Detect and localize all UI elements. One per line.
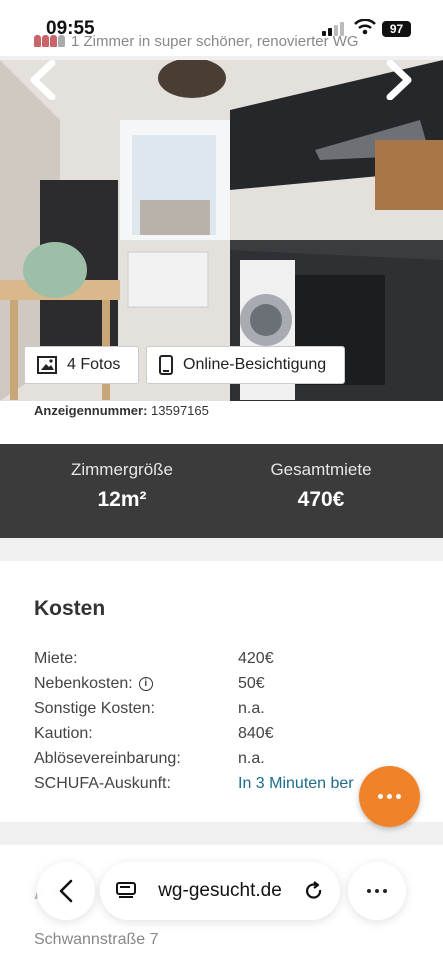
browser-menu-button[interactable] [348, 862, 406, 920]
url-text: wg-gesucht.de [158, 880, 282, 901]
room-size-label: Zimmergröße [70, 460, 173, 479]
battery-indicator: 97 [382, 21, 411, 37]
status-bar: 09:55 97 1 Zimmer in super schöner, reno… [0, 0, 443, 56]
costs-title: Kosten [34, 597, 106, 620]
info-icon[interactable]: i [138, 677, 153, 691]
image-icon [37, 356, 57, 374]
browser-back-button[interactable] [37, 862, 95, 920]
cost-label: Sonstige Kosten: [34, 700, 155, 717]
photos-button[interactable]: 4 Fotos [24, 346, 139, 384]
cost-value: n.a. [238, 700, 265, 717]
cost-value: 420€ [238, 650, 274, 667]
cost-row: Kaution: 840€ [34, 725, 424, 750]
browser-address-bar[interactable]: wg-gesucht.de [100, 862, 340, 920]
cost-row: Sonstige Kosten: n.a. [34, 700, 424, 725]
chevron-left-icon [59, 879, 73, 903]
total-rent-label: Gesamtmiete [270, 460, 372, 479]
cost-label: Kaution: [34, 725, 93, 742]
cost-value: n.a. [238, 750, 265, 767]
flatmates-icon [34, 35, 65, 47]
cost-row: Ablösevereinbarung: n.a. [34, 750, 424, 775]
page-title: 1 Zimmer in super schöner, renovierter W… [71, 32, 359, 50]
previous-photo-chevron-icon[interactable] [28, 60, 58, 100]
cost-label: Nebenkosten: [34, 675, 133, 692]
total-rent-value: 470€ [297, 488, 345, 511]
street-address: Schwannstraße 7 [34, 931, 159, 948]
cost-value: 50€ [238, 675, 265, 692]
room-size-value: 12m² [97, 488, 147, 511]
ad-number-value: 13597165 [151, 403, 209, 418]
ad-number-label: Anzeigennummer: [34, 403, 148, 418]
cost-label: SCHUFA-Auskunft: [34, 775, 171, 792]
photos-button-label: 4 Fotos [67, 356, 121, 373]
schufa-link[interactable]: In 3 Minuten ber [238, 775, 354, 793]
more-actions-button[interactable] [359, 766, 420, 827]
online-visit-button[interactable]: Online-Besichtigung [146, 346, 345, 384]
reader-mode-icon[interactable] [116, 882, 136, 900]
room-size: Zimmergröße 12m² [22, 460, 222, 512]
cost-row: Nebenkosten: i 50€ [34, 675, 424, 700]
page-header[interactable]: 1 Zimmer in super schöner, renovierter W… [34, 30, 371, 52]
key-facts-band: Zimmergröße 12m² Gesamtmiete 470€ [0, 444, 443, 538]
cost-label: Ablösevereinbarung: [34, 750, 181, 767]
online-visit-button-label: Online-Besichtigung [183, 356, 327, 373]
reload-icon[interactable] [304, 881, 324, 901]
cost-row: Miete: 420€ [34, 650, 424, 675]
next-photo-chevron-icon[interactable] [384, 60, 414, 100]
smartphone-icon [159, 355, 173, 375]
cost-value: 840€ [238, 725, 274, 742]
cost-label: Miete: [34, 650, 78, 667]
ad-number: Anzeigennummer: 13597165 [34, 403, 209, 418]
total-rent: Gesamtmiete 470€ [221, 460, 421, 512]
